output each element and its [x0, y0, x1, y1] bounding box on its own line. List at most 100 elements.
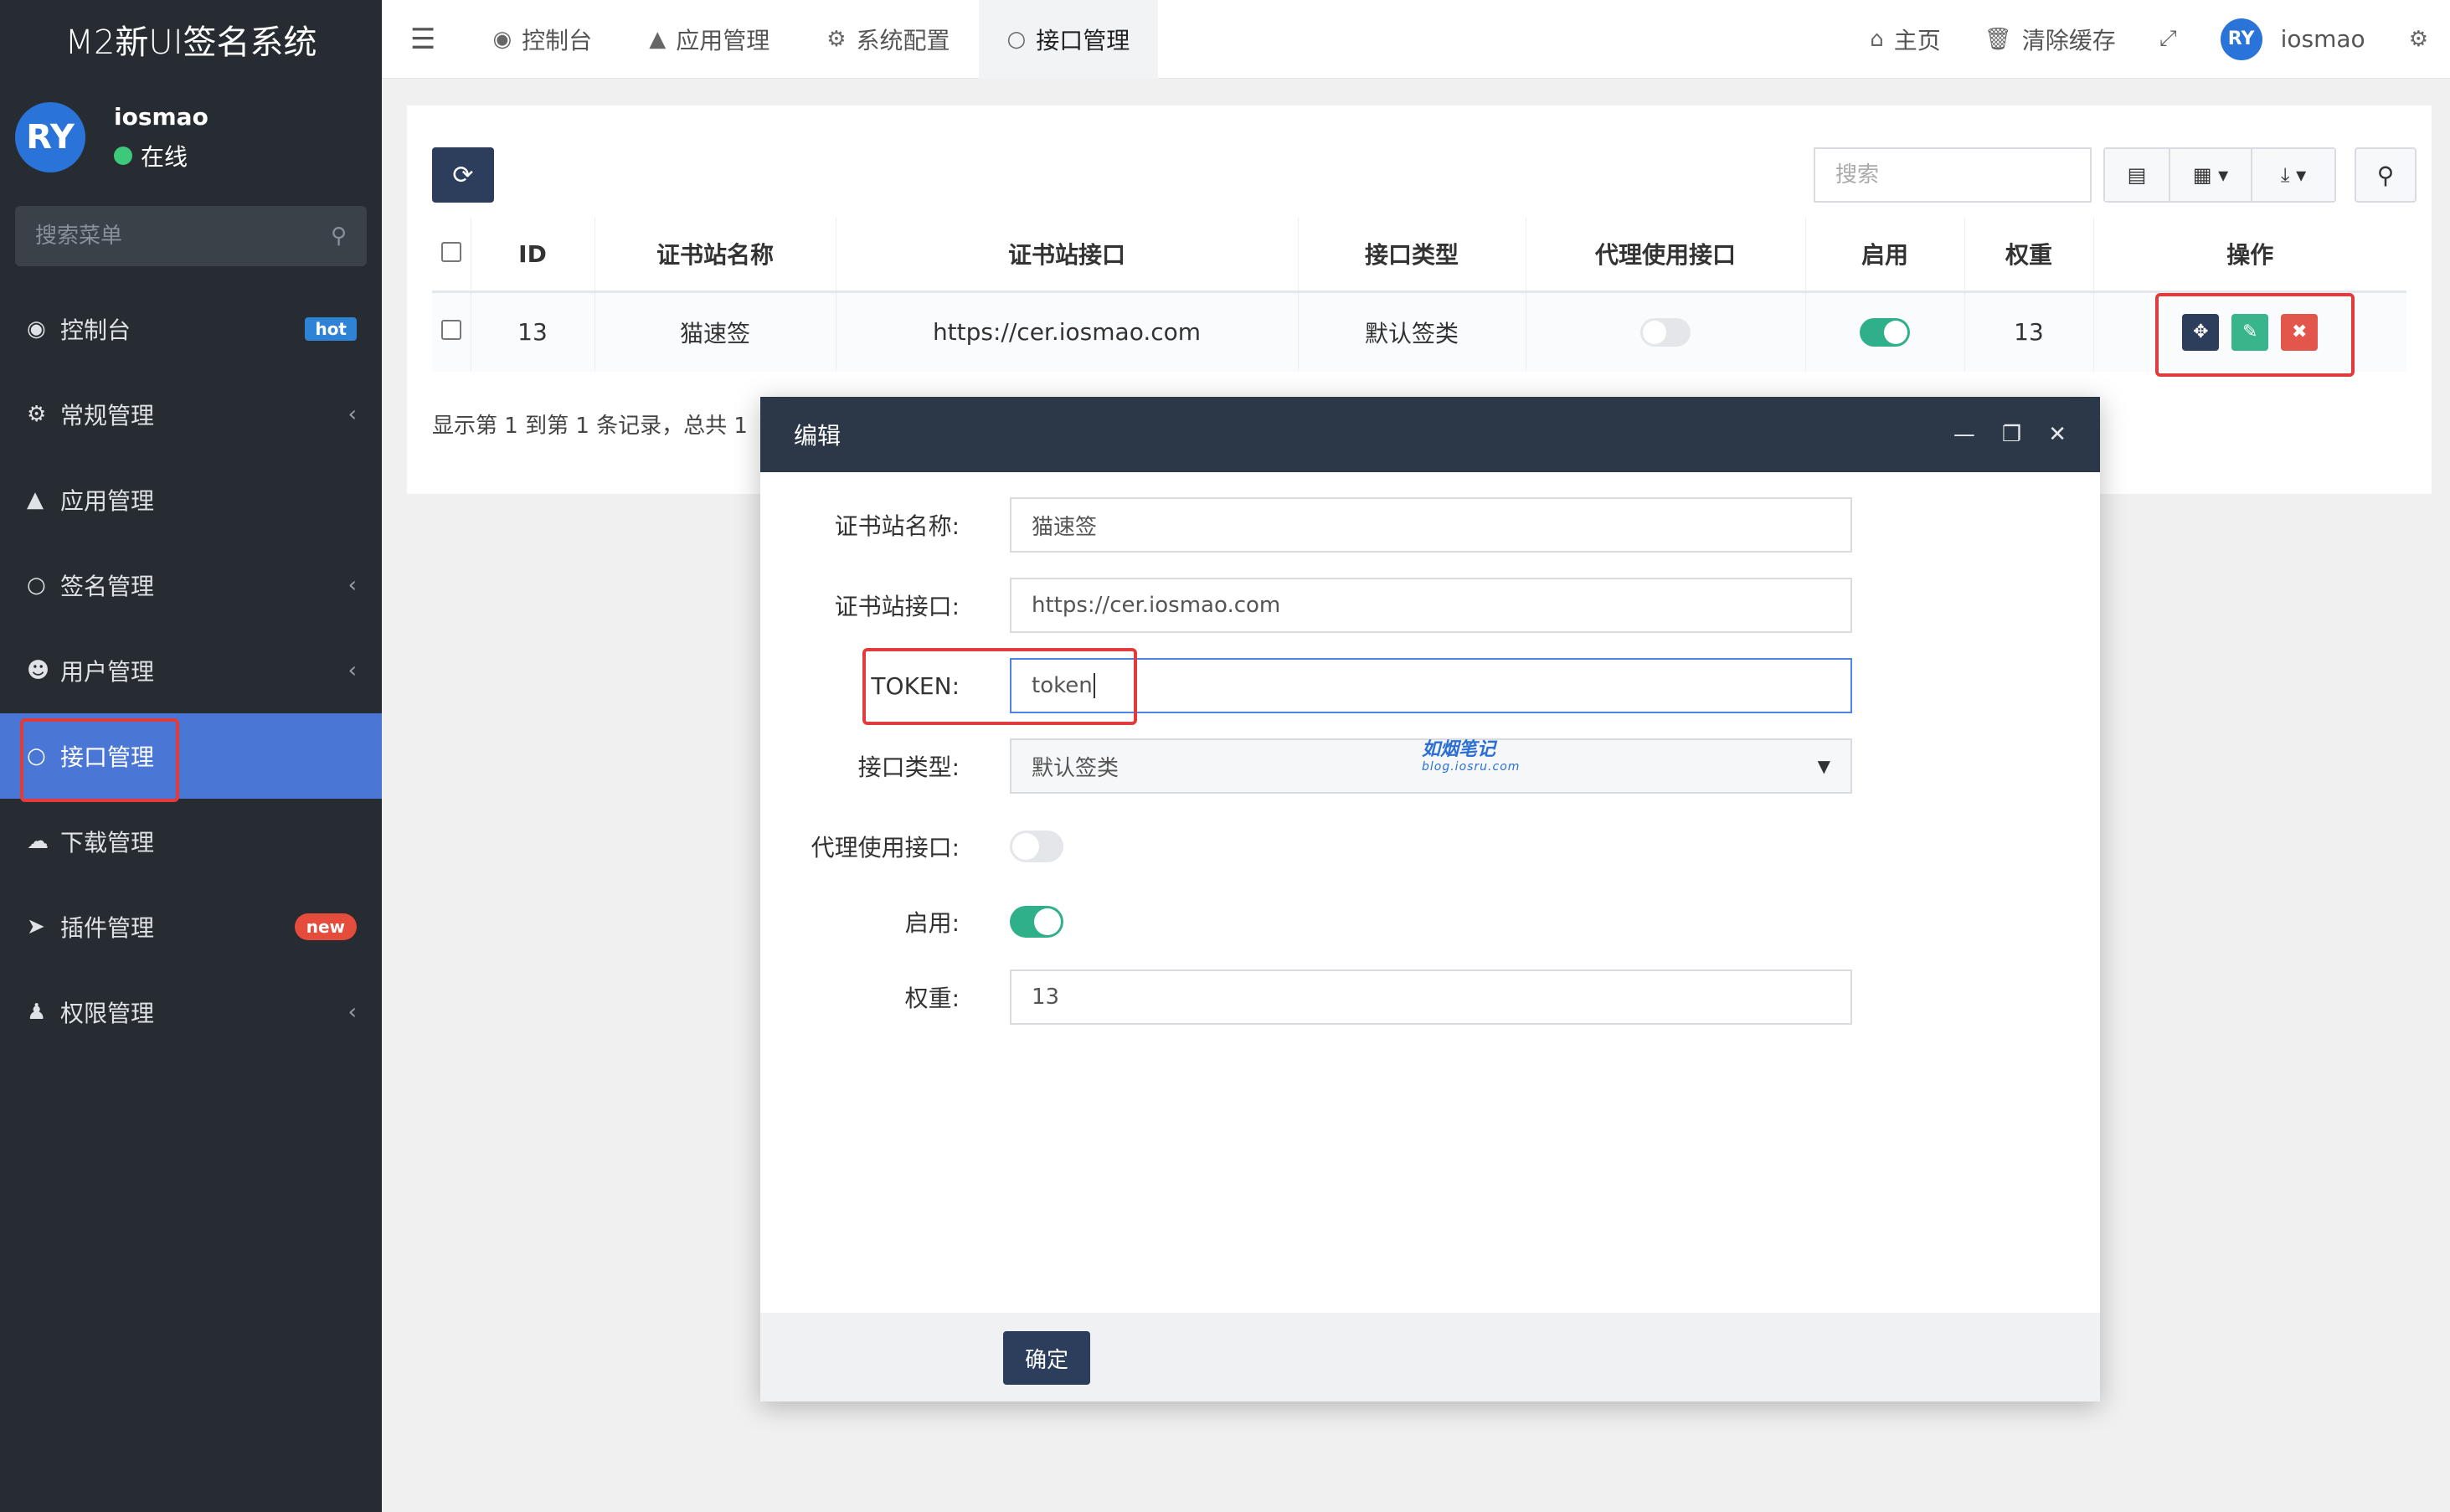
sidebar-item-label: 下载管理 — [60, 829, 155, 856]
maximize-icon[interactable]: ❐ — [2002, 422, 2021, 447]
edit-modal: 编辑 — ❐ ✕ 证书站名称: 猫速签 证书站接口: https://cer.i… — [760, 397, 2100, 1401]
url-field[interactable]: https://cer.iosmao.com — [1010, 578, 1852, 633]
clear-cache-button[interactable]: 🗑 清除缓存 — [1963, 0, 2138, 79]
search-icon[interactable]: ⚲ — [331, 224, 347, 249]
clear-cache-label: 清除缓存 — [2021, 26, 2116, 54]
menu-toggle-icon[interactable]: ☰ — [382, 23, 464, 56]
modal-header: 编辑 — ❐ ✕ — [760, 397, 2100, 472]
proxy-switch[interactable] — [1010, 831, 1063, 862]
edit-button[interactable]: ✎ — [2231, 313, 2269, 351]
sidebar-item-api[interactable]: ○ 接口管理 — [0, 713, 382, 799]
table-search-input[interactable] — [1814, 147, 2092, 203]
watermark-sub: blog.iosru.com — [1422, 760, 1521, 774]
enabled-toggle[interactable] — [1860, 318, 1910, 347]
form-row-proxy: 代理使用接口: — [760, 819, 2100, 874]
toggle-knob — [1034, 908, 1061, 935]
user-menu[interactable]: RY iosmao — [2199, 0, 2387, 79]
sidebar-item-users[interactable]: ☻ 用户管理 ‹ — [0, 628, 382, 713]
type-label: 接口类型: — [857, 753, 960, 781]
delete-button[interactable]: ✖ — [2281, 313, 2319, 351]
sidebar-search-input[interactable] — [35, 224, 303, 249]
refresh-button[interactable]: ⟳ — [432, 147, 494, 203]
column-header[interactable]: 接口类型 — [1298, 218, 1526, 293]
avatar: RY — [15, 102, 85, 172]
tab-dashboard[interactable]: ◉ 控制台 — [464, 0, 620, 79]
list-icon: ▤ — [2127, 163, 2147, 187]
columns-button[interactable]: ▦ ▾ — [2170, 149, 2252, 201]
toggle-view-button[interactable]: ▤ — [2105, 149, 2170, 201]
search-icon: ⚲ — [2376, 161, 2395, 189]
row-select-cell[interactable] — [432, 291, 471, 372]
cell-url: https://cer.iosmao.com — [836, 291, 1299, 372]
enabled-switch[interactable] — [1010, 906, 1063, 938]
token-label: TOKEN: — [871, 671, 960, 700]
search-button[interactable]: ⚲ — [2355, 147, 2417, 203]
type-selected-value: 默认签类 — [1032, 755, 1119, 781]
url-label: 证书站接口: — [834, 593, 960, 620]
cell-enabled — [1805, 291, 1965, 372]
home-link[interactable]: ⌂ 主页 — [1848, 0, 1963, 79]
modal-footer: 确定 — [760, 1313, 2100, 1401]
cell-proxy — [1526, 291, 1806, 372]
sidebar-item-plugins[interactable]: ➤ 插件管理 new — [0, 884, 382, 969]
select-all-header[interactable] — [432, 218, 471, 293]
sidebar-item-dashboard[interactable]: ◉ 控制台 hot — [0, 286, 382, 372]
confirm-button[interactable]: 确定 — [1003, 1331, 1090, 1385]
column-header[interactable]: 证书站名称 — [594, 218, 836, 293]
sidebar-item-label: 插件管理 — [60, 914, 155, 942]
sidebar-item-general[interactable]: ⚙ 常规管理 ‹ — [0, 372, 382, 457]
sidebar-search[interactable]: ⚲ — [15, 206, 367, 266]
tab-api-management[interactable]: ○ 接口管理 — [978, 0, 1159, 79]
sidebar-item-downloads[interactable]: ☁ 下载管理 — [0, 799, 382, 884]
minimize-icon[interactable]: — — [1953, 422, 1975, 447]
proxy-toggle[interactable] — [1640, 318, 1691, 347]
tab-label: 系统配置 — [856, 26, 950, 54]
cell-weight: 13 — [1964, 291, 2094, 372]
token-field[interactable]: token — [1010, 658, 1852, 713]
column-header[interactable]: 启用 — [1805, 218, 1965, 293]
trash-icon: 🗑 — [1984, 26, 2012, 52]
token-value: token — [1032, 673, 1093, 698]
fullscreen-button[interactable]: ⤢ — [2138, 0, 2199, 79]
sidebar-item-permissions[interactable]: ♟ 权限管理 ‹ — [0, 969, 382, 1055]
dropdown-caret-icon: ▼ — [1817, 756, 1830, 776]
sidebar-item-label: 应用管理 — [60, 487, 155, 515]
sidebar-item-label: 权限管理 — [60, 1000, 155, 1027]
drag-button[interactable]: ✥ — [2182, 313, 2220, 351]
type-select[interactable]: 默认签类 ▼ 如烟笔记 blog.iosru.com — [1010, 738, 1852, 794]
close-icon[interactable]: ✕ — [2048, 422, 2067, 447]
new-badge: new — [294, 913, 357, 940]
cogs-icon: ⚙ — [27, 402, 47, 427]
column-header[interactable]: 权重 — [1964, 218, 2094, 293]
app-icon: ▲ — [649, 26, 667, 52]
cell-name: 猫速签 — [594, 291, 836, 372]
name-field[interactable]: 猫速签 — [1010, 497, 1852, 553]
sidebar-item-apps[interactable]: ▲ 应用管理 — [0, 457, 382, 543]
column-header[interactable]: 代理使用接口 — [1526, 218, 1806, 293]
settings-button[interactable]: ⚙ — [2387, 0, 2450, 79]
user-status-text: 在线 — [141, 142, 188, 171]
download-icon: ⤓ ▾ — [2280, 163, 2307, 187]
cell-actions: ✥ ✎ ✖ — [2093, 291, 2406, 372]
sidebar-item-label: 接口管理 — [60, 743, 155, 771]
chevron-left-icon: ‹ — [347, 1000, 357, 1025]
table-row: 13 猫速签 https://cer.iosmao.com 默认签类 13 ✥ … — [432, 291, 2406, 372]
weight-field[interactable]: 13 — [1010, 969, 1852, 1025]
user-name: iosmao — [114, 102, 208, 131]
tab-system-config[interactable]: ⚙ 系统配置 — [798, 0, 978, 79]
sidebar-item-signing[interactable]: ○ 签名管理 ‹ — [0, 543, 382, 628]
users-icon: ♟ — [27, 1000, 47, 1025]
table-header-row: ID 证书站名称 证书站接口 接口类型 代理使用接口 启用 权重 操作 — [432, 218, 2406, 293]
circle-icon: ○ — [27, 573, 46, 598]
cloud-download-icon: ☁ — [27, 829, 49, 854]
home-icon: ⌂ — [1870, 26, 1884, 52]
form-row-name: 证书站名称: 猫速签 — [760, 497, 2100, 553]
row-checkbox[interactable] — [440, 320, 461, 341]
column-header[interactable]: 证书站接口 — [836, 218, 1299, 293]
circle-icon: ○ — [1006, 26, 1027, 52]
export-button[interactable]: ⤓ ▾ — [2252, 149, 2334, 201]
tab-apps[interactable]: ▲ 应用管理 — [620, 0, 798, 79]
pencil-icon: ✎ — [2242, 321, 2258, 343]
select-all-checkbox[interactable] — [440, 241, 461, 262]
column-header[interactable]: ID — [471, 218, 595, 293]
